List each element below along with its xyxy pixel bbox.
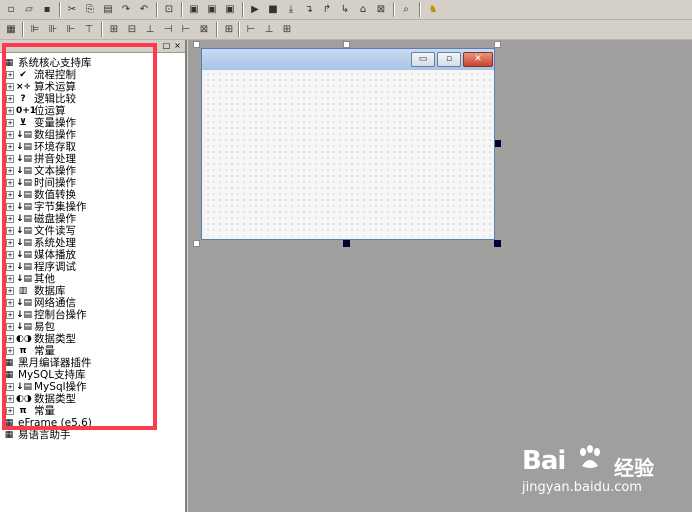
clear-icon[interactable]: ⊠ [373, 2, 389, 17]
redo-icon[interactable]: ↷ [118, 2, 134, 17]
form-titlebar[interactable]: ▭ ▫ ✕ [202, 49, 494, 70]
undo-icon[interactable]: ↶ [136, 2, 152, 17]
paste-icon[interactable]: ▤ [100, 2, 116, 17]
tree-item-label: 易语言助手 [18, 429, 71, 441]
height-icon[interactable]: ⊥ [261, 22, 277, 37]
new-icon[interactable]: ▫ [3, 2, 19, 17]
form-grid[interactable] [205, 71, 491, 236]
both-icon[interactable]: ⊞ [279, 22, 295, 37]
baidu-watermark: Bai 经验 jingyan.baidu.com [522, 440, 682, 500]
maximize-icon[interactable]: ▫ [437, 52, 461, 67]
copy-icon[interactable]: ⎘ [82, 2, 98, 17]
align-toolbar: ▦ ⊫ ⊪ ⊩ ⊤ ⊞ ⊟ ⊥ ⊣ ⊢ ⊠ ⊞ ⊢ ⊥ ⊞ [0, 20, 692, 40]
layout3-icon[interactable]: ▣ [222, 2, 238, 17]
space-v-icon[interactable]: ⊥ [142, 22, 158, 37]
step-over-icon[interactable]: ↳ [337, 2, 353, 17]
form-icon[interactable]: ▦ [3, 22, 19, 37]
step-icon[interactable]: ⤓ [283, 2, 299, 17]
resize-handle[interactable] [343, 41, 350, 48]
watermark-brand: Bai [522, 446, 566, 476]
center-v-icon[interactable]: ⊢ [178, 22, 194, 37]
preview-icon[interactable]: ⊡ [161, 2, 177, 17]
space-h-icon[interactable]: ⊟ [124, 22, 140, 37]
save-icon[interactable]: ▪ [39, 2, 55, 17]
library-icon: ▦ [4, 430, 14, 440]
form-window[interactable]: ▭ ▫ ✕ [201, 48, 495, 240]
tree-root-item[interactable]: +▦易语言助手 [2, 429, 182, 441]
watermark-jingyan: 经验 [614, 456, 654, 480]
layout2-icon[interactable]: ▣ [204, 2, 220, 17]
align-top-icon[interactable]: ⊤ [81, 22, 97, 37]
stop-icon[interactable]: ■ [265, 2, 281, 17]
minimize-icon[interactable]: ▭ [411, 52, 435, 67]
align-center-icon[interactable]: ⊪ [45, 22, 61, 37]
helper-icon[interactable]: ♞ [425, 2, 441, 17]
step-into-icon[interactable]: ↴ [301, 2, 317, 17]
cut-icon[interactable]: ✂ [64, 2, 80, 17]
resize-handle[interactable] [494, 140, 501, 147]
close-icon[interactable]: × [173, 41, 182, 50]
highlight-box [2, 43, 157, 430]
resize-handle[interactable] [494, 41, 501, 48]
watermark-url: jingyan.baidu.com [522, 480, 642, 495]
paw-icon [580, 445, 600, 468]
restore-icon[interactable]: □ [162, 41, 171, 50]
open-icon[interactable]: ▱ [21, 2, 37, 17]
resize-handle[interactable] [343, 240, 350, 247]
same-size-icon[interactable]: ⊞ [106, 22, 122, 37]
center-h-icon[interactable]: ⊣ [160, 22, 176, 37]
grid-icon[interactable]: ⊠ [196, 22, 212, 37]
resize-handle[interactable] [193, 41, 200, 48]
resize-handle[interactable] [494, 240, 501, 247]
main-toolbar: ▫ ▱ ▪ ✂ ⎘ ▤ ↷ ↶ ⊡ ▣ ▣ ▣ ▶ ■ ⤓ ↴ ↱ ↳ ⌂ ⊠ … [0, 0, 692, 20]
step-out-icon[interactable]: ↱ [319, 2, 335, 17]
align-right-icon[interactable]: ⊩ [63, 22, 79, 37]
run-icon[interactable]: ▶ [247, 2, 263, 17]
resize-handle[interactable] [193, 240, 200, 247]
order-icon[interactable]: ⊞ [221, 22, 237, 37]
breakpoint-icon[interactable]: ⌂ [355, 2, 371, 17]
close-icon[interactable]: ✕ [463, 52, 493, 67]
layout-icon[interactable]: ▣ [186, 2, 202, 17]
width-icon[interactable]: ⊢ [243, 22, 259, 37]
align-left-icon[interactable]: ⊫ [27, 22, 43, 37]
find-icon[interactable]: ⌕ [398, 2, 414, 17]
